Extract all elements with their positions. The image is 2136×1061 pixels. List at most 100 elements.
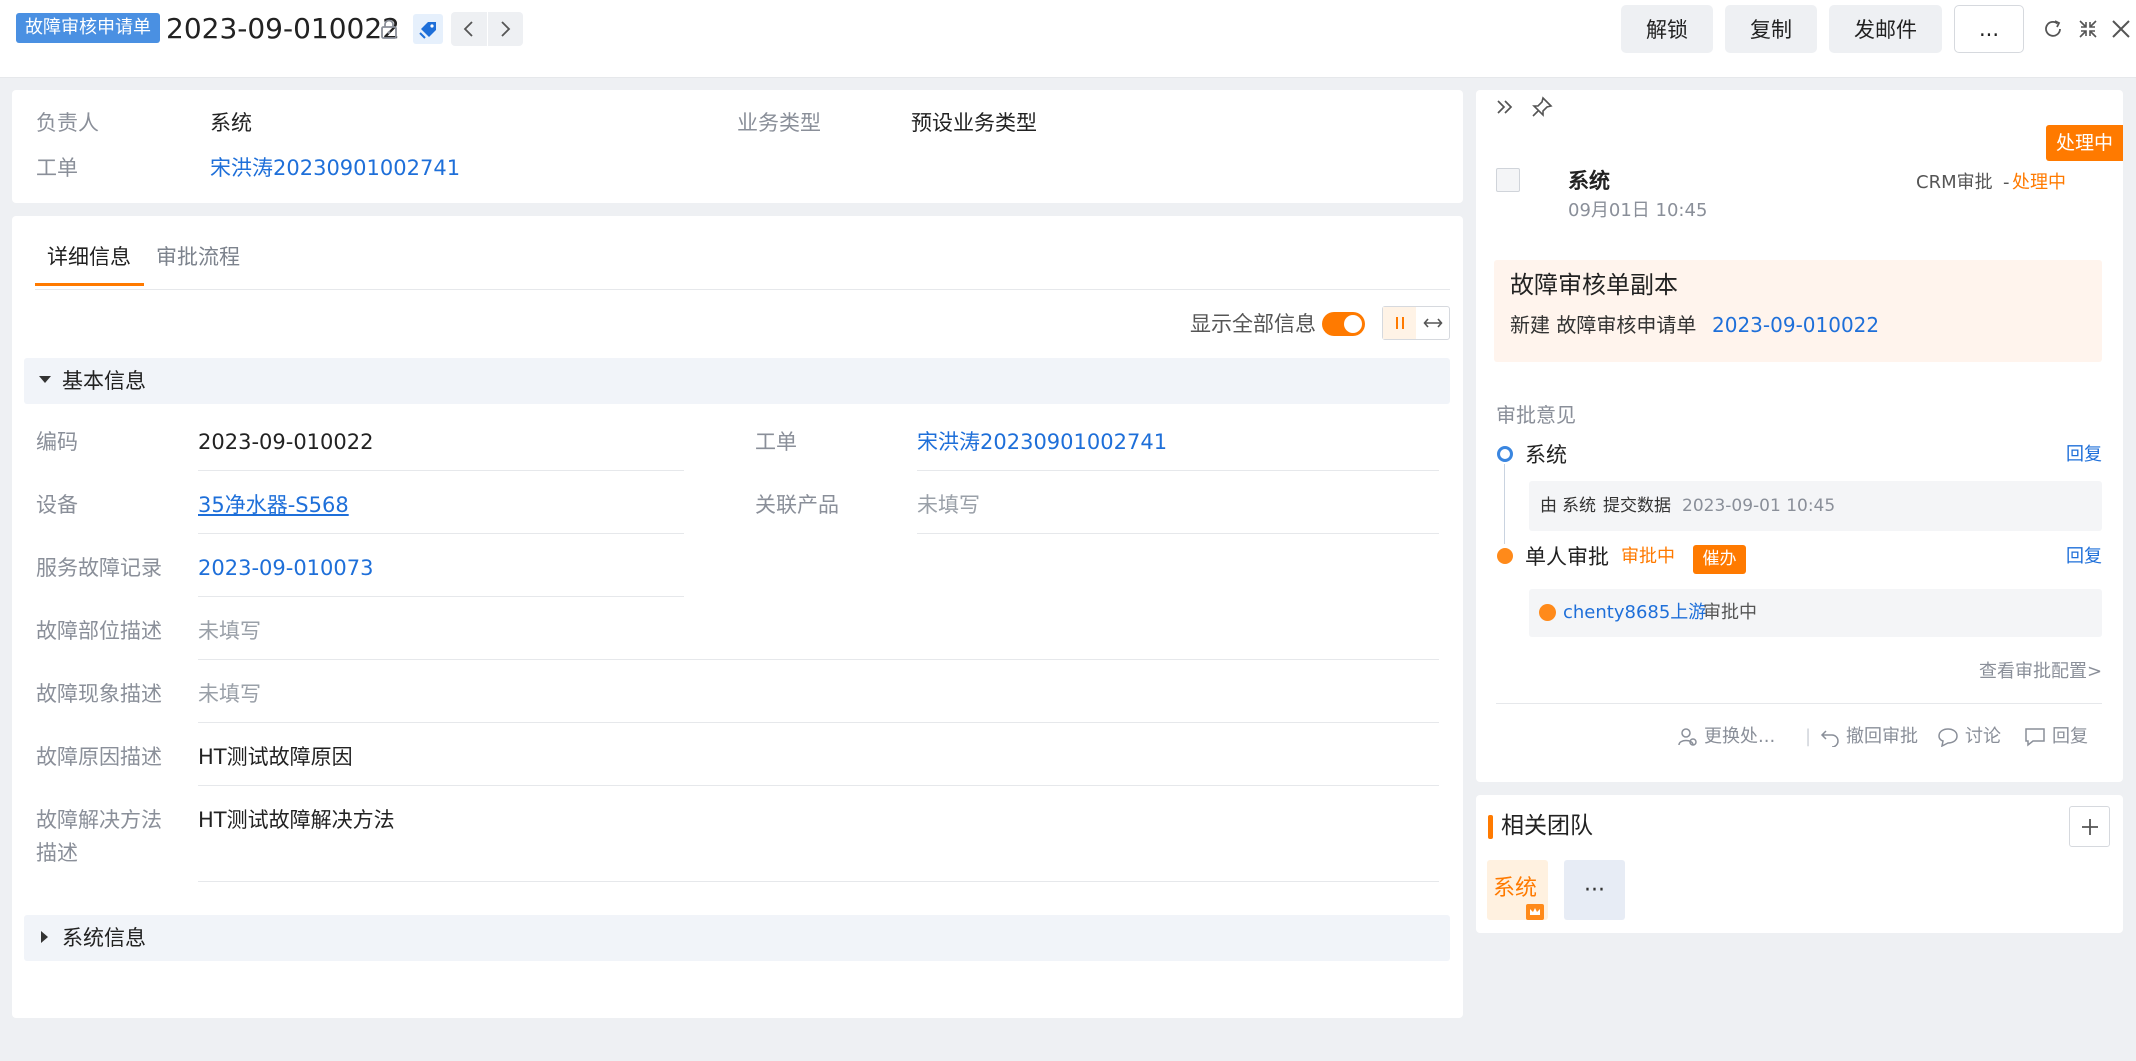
- send-email-button[interactable]: 发邮件: [1829, 5, 1942, 53]
- basic-info-section-header[interactable]: 基本信息: [24, 358, 1450, 404]
- notice-record-link[interactable]: 2023-09-010022: [1712, 310, 1879, 340]
- approver-link[interactable]: chenty8685上游: [1563, 598, 1706, 628]
- field-divider: [198, 785, 1439, 786]
- tabs-divider: [35, 289, 1450, 290]
- detail-work-order-link[interactable]: 宋洪涛20230901002741: [917, 427, 1167, 457]
- clock-icon: [1539, 604, 1556, 621]
- approval-type-sep: -: [2003, 172, 2010, 193]
- owner-label: 负责人: [36, 111, 99, 135]
- expand-horizontal-icon: [1422, 318, 1443, 328]
- urge-button[interactable]: 催办: [1693, 545, 1746, 574]
- field-divider: [198, 722, 1439, 723]
- collapse-icon[interactable]: [2075, 16, 2101, 42]
- full-width-layout-button[interactable]: [1416, 307, 1449, 339]
- approval-type-status: 处理中: [2012, 172, 2066, 193]
- field-divider: [198, 659, 1439, 660]
- discuss-button[interactable]: 讨论: [1937, 724, 2001, 750]
- step1-reply-link[interactable]: 回复: [2066, 440, 2102, 470]
- copy-button[interactable]: 复制: [1725, 5, 1817, 53]
- change-handler-label: 更换处...: [1704, 726, 1776, 747]
- solution-desc-value: HT测试故障解决方法: [198, 808, 395, 832]
- prev-record-button[interactable]: [451, 12, 487, 46]
- system-info-section-header[interactable]: 系统信息: [24, 915, 1450, 961]
- biz-type-label: 业务类型: [737, 111, 821, 135]
- view-approval-config-link[interactable]: 查看审批配置>: [1979, 657, 2102, 687]
- columns-icon: [1395, 317, 1404, 329]
- work-order-link[interactable]: 宋洪涛20230901002741: [210, 153, 460, 183]
- summary-card: [12, 90, 1463, 203]
- top-bar: 故障审核申请单 2023-09-010022 解锁 复制 发邮件 ...: [0, 0, 2136, 78]
- step-dot-done: [1497, 446, 1513, 462]
- change-handler-button[interactable]: 更换处...: [1678, 724, 1775, 750]
- caret-down-icon: [39, 376, 51, 383]
- active-tab-indicator: [35, 283, 144, 286]
- footer-divider: |: [1805, 726, 1812, 747]
- field-divider: [198, 470, 684, 471]
- revoke-approval-button[interactable]: 撤回审批: [1820, 724, 1918, 750]
- team-title: 相关团队: [1501, 813, 1593, 839]
- comment-icon: [2025, 728, 2045, 747]
- field-divider: [198, 596, 684, 597]
- pin-icon[interactable]: [1529, 94, 1555, 120]
- reply-button[interactable]: 回复: [2024, 724, 2088, 750]
- discuss-label: 讨论: [1965, 726, 2001, 747]
- more-actions-button[interactable]: ...: [1954, 5, 2024, 53]
- status-corner-badge: 处理中: [2046, 125, 2123, 161]
- field-divider: [198, 533, 684, 534]
- lock-icon[interactable]: [374, 14, 404, 44]
- tab-detail[interactable]: 详细信息: [47, 242, 131, 272]
- record-nav: [451, 12, 523, 46]
- submitter-name: 系统: [1568, 169, 1610, 193]
- system-info-title: 系统信息: [62, 926, 146, 950]
- biz-type-value: 预设业务类型: [911, 111, 1037, 135]
- approver-status: 审批中: [1703, 602, 1757, 623]
- step2-status: 审批中: [1621, 546, 1675, 567]
- solution-desc-label: 故障解决方法: [36, 808, 162, 832]
- chevron-left-icon: [463, 21, 473, 37]
- more-members-button[interactable]: ···: [1564, 860, 1625, 920]
- two-column-layout-button[interactable]: [1383, 307, 1416, 339]
- part-desc-label: 故障部位描述: [36, 619, 162, 643]
- code-value: 2023-09-010022: [198, 430, 374, 454]
- step-dot-pending: [1497, 548, 1513, 564]
- panel-divider: [1496, 703, 2102, 704]
- caret-right-icon: [41, 931, 48, 943]
- label-tag-icon[interactable]: [413, 14, 443, 44]
- section-accent-bar: [1488, 815, 1493, 839]
- layout-switcher: [1382, 306, 1450, 340]
- record-number: 2023-09-010022: [166, 12, 400, 45]
- code-label: 编码: [36, 430, 78, 454]
- undo-icon: [1820, 730, 1839, 747]
- step1-detail-who: 系统: [1562, 496, 1596, 516]
- field-divider: [917, 533, 1439, 534]
- next-record-button[interactable]: [486, 12, 524, 46]
- cause-desc-value: HT测试故障原因: [198, 745, 353, 769]
- unlock-button[interactable]: 解锁: [1621, 5, 1713, 53]
- notice-prefix: 新建 故障审核申请单: [1510, 313, 1697, 337]
- team-member[interactable]: 系统: [1487, 860, 1548, 920]
- close-icon[interactable]: [2108, 16, 2134, 42]
- part-desc-value: 未填写: [198, 619, 261, 643]
- device-link[interactable]: 35净水器-S568: [198, 490, 349, 520]
- field-divider: [198, 881, 1439, 882]
- tab-approval-flow[interactable]: 审批流程: [156, 242, 240, 272]
- opinion-title: 审批意见: [1496, 403, 1576, 427]
- service-record-link[interactable]: 2023-09-010073: [198, 553, 374, 583]
- step1-detail-time: 2023-09-01 10:45: [1682, 496, 1836, 516]
- notice-title: 故障审核单副本: [1510, 271, 1678, 299]
- chevron-right-icon: [501, 21, 511, 37]
- show-all-toggle[interactable]: [1322, 312, 1365, 336]
- object-type-tag: 故障审核申请单: [16, 13, 160, 43]
- show-all-label: 显示全部信息: [1190, 312, 1316, 336]
- step1-detail-prefix: 由: [1540, 496, 1557, 516]
- step2-name: 单人审批: [1525, 545, 1609, 569]
- step1-detail-action: 提交数据: [1603, 496, 1671, 516]
- step1-name: 系统: [1525, 443, 1567, 467]
- avatar: [1496, 168, 1520, 192]
- timeline-line: [1504, 464, 1505, 544]
- step2-reply-link[interactable]: 回复: [2066, 542, 2102, 572]
- add-team-member-button[interactable]: [2069, 806, 2110, 847]
- double-chevron-right-icon[interactable]: [1492, 94, 1518, 120]
- refresh-icon[interactable]: [2040, 16, 2066, 42]
- user-swap-icon: [1678, 728, 1697, 746]
